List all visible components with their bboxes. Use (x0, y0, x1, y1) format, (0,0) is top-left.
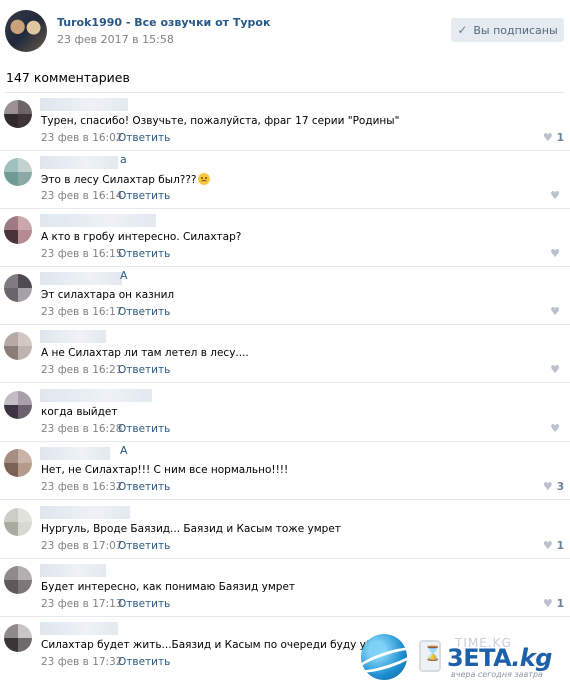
heart-icon: ♥ (550, 305, 560, 318)
comment-avatar[interactable] (4, 391, 32, 419)
comment-date[interactable]: 23 фев в 16:17 (41, 306, 122, 318)
comment-item: а Это в лесу Силахтар был??? 23 фев в 16… (0, 151, 570, 209)
comment-text: А кто в гробу интересно. Силахтар? (41, 231, 242, 243)
comment-date[interactable]: 23 фев в 16:02 (41, 132, 122, 144)
comment-date[interactable]: 23 фев в 16:15 (41, 248, 122, 260)
comment-text: А не Силахтар ли там летел в лесу.... (41, 347, 249, 359)
like-button[interactable]: ♥ (550, 247, 564, 260)
comment-text: Нургуль, Вроде Баязид... Баязид и Касым … (41, 523, 341, 535)
like-button[interactable]: ♥ (550, 305, 564, 318)
reply-link[interactable]: Ответить (118, 423, 170, 435)
subscribed-button[interactable]: ✓ Вы подписаны (451, 18, 564, 42)
heart-icon: ♥ (550, 189, 560, 202)
comment-date[interactable]: 23 фев в 16:28 (41, 423, 122, 435)
reply-link[interactable]: Ответить (118, 656, 170, 668)
heart-icon: ♥ (550, 247, 560, 260)
comment-item: А кто в гробу интересно. Силахтар? 23 фе… (0, 209, 570, 267)
comment-author-name[interactable] (40, 506, 130, 519)
heart-icon: ♥ (550, 422, 560, 435)
reply-link[interactable]: Ответить (118, 364, 170, 376)
comment-text: Эт силахтара он казнил (41, 289, 175, 301)
like-button[interactable]: ♥ (550, 363, 564, 376)
comment-date[interactable]: 23 фев в 17:13 (41, 598, 122, 610)
comment-item: А Нет, не Силахтар!!! С ним все нормальн… (0, 442, 570, 500)
post-author[interactable]: Turok1990 - Все озвучки от Турок (57, 16, 270, 29)
heart-icon: ♥ (550, 363, 560, 376)
comment-author-name[interactable] (40, 98, 128, 111)
author-avatar[interactable] (5, 10, 47, 52)
comment-item: Будет интересно, как понимаю Баязид умре… (0, 559, 570, 617)
like-count: 1 (556, 131, 564, 144)
hourglass-icon (419, 640, 441, 672)
comment-date[interactable]: 23 фев в 16:32 (41, 481, 122, 493)
comment-text: Это в лесу Силахтар был??? (41, 173, 210, 186)
site-watermark-logo: TIME.KG 3ETA.kg вчера сегодня завтра (355, 630, 570, 684)
like-button[interactable]: ♥ 1 (543, 131, 564, 144)
reply-link[interactable]: Ответить (118, 248, 170, 260)
sad-face-emoji-icon (197, 173, 210, 185)
comment-item: когда выйдет 23 фев в 16:28 Ответить ♥ (0, 384, 570, 442)
comment-avatar[interactable] (4, 624, 32, 652)
comment-author-name[interactable]: А (40, 444, 128, 460)
comments-count: 147 комментариев (6, 70, 130, 85)
comment-item: А не Силахтар ли там летел в лесу.... 23… (0, 325, 570, 383)
heart-icon: ♥ (542, 131, 553, 144)
reply-link[interactable]: Ответить (118, 598, 170, 610)
comment-item: А Эт силахтара он казнил 23 фев в 16:17 … (0, 267, 570, 325)
comment-item: Нургуль, Вроде Баязид... Баязид и Касым … (0, 501, 570, 559)
comment-author-name[interactable] (40, 214, 156, 227)
comment-avatar[interactable] (4, 216, 32, 244)
heart-icon: ♥ (542, 597, 553, 610)
comment-author-name[interactable] (40, 622, 118, 635)
comment-date[interactable]: 23 фев в 17:07 (41, 540, 122, 552)
checkmark-icon: ✓ (457, 23, 468, 37)
subscribed-button-label: Вы подписаны (473, 23, 558, 37)
comment-author-name[interactable] (40, 564, 106, 577)
like-button[interactable]: ♥ 3 (543, 480, 564, 493)
post-date[interactable]: 23 фев 2017 в 15:58 (57, 33, 174, 46)
comment-text: Нет, не Силахтар!!! С ним все нормально!… (41, 464, 289, 476)
comment-avatar[interactable] (4, 566, 32, 594)
like-count: 1 (556, 539, 564, 552)
comment-text: Турен, спасибо! Озвучьте, пожалуйста, фр… (41, 115, 400, 127)
like-button[interactable]: ♥ 1 (543, 539, 564, 552)
watermark-tagline: вчера сегодня завтра (451, 670, 543, 679)
comment-avatar[interactable] (4, 100, 32, 128)
reply-link[interactable]: Ответить (118, 306, 170, 318)
comment-avatar[interactable] (4, 158, 32, 186)
comment-text: Будет интересно, как понимаю Баязид умре… (41, 581, 296, 593)
comment-item: Турен, спасибо! Озвучьте, пожалуйста, фр… (0, 93, 570, 151)
reply-link[interactable]: Ответить (118, 190, 170, 202)
comment-author-name[interactable] (40, 330, 106, 343)
comment-date[interactable]: 23 фев в 16:14 (41, 190, 122, 202)
like-button[interactable]: ♥ 1 (543, 597, 564, 610)
heart-icon: ♥ (542, 539, 553, 552)
comment-text: когда выйдет (41, 406, 118, 418)
comment-author-name[interactable]: А (40, 269, 128, 285)
reply-link[interactable]: Ответить (118, 481, 170, 493)
post-header: Turok1990 - Все озвучки от Турок 23 фев … (0, 0, 570, 62)
comment-text: Силахтар будет жить...Баязид и Касым по … (41, 639, 398, 651)
comment-avatar[interactable] (4, 332, 32, 360)
like-button[interactable]: ♥ (550, 189, 564, 202)
watermark-brand: 3ETA.kg (447, 644, 552, 672)
like-count: 1 (556, 597, 564, 610)
like-count: 3 (556, 480, 564, 493)
comment-avatar[interactable] (4, 274, 32, 302)
globe-icon (361, 634, 407, 680)
heart-icon: ♥ (542, 480, 553, 493)
like-button[interactable]: ♥ (550, 422, 564, 435)
comment-author-name[interactable] (40, 389, 152, 402)
comment-date[interactable]: 23 фев в 17:32 (41, 656, 122, 668)
comment-date[interactable]: 23 фев в 16:21 (41, 364, 122, 376)
comment-avatar[interactable] (4, 449, 32, 477)
reply-link[interactable]: Ответить (118, 540, 170, 552)
comment-author-name[interactable]: а (40, 153, 127, 169)
reply-link[interactable]: Ответить (118, 132, 170, 144)
comment-avatar[interactable] (4, 508, 32, 536)
